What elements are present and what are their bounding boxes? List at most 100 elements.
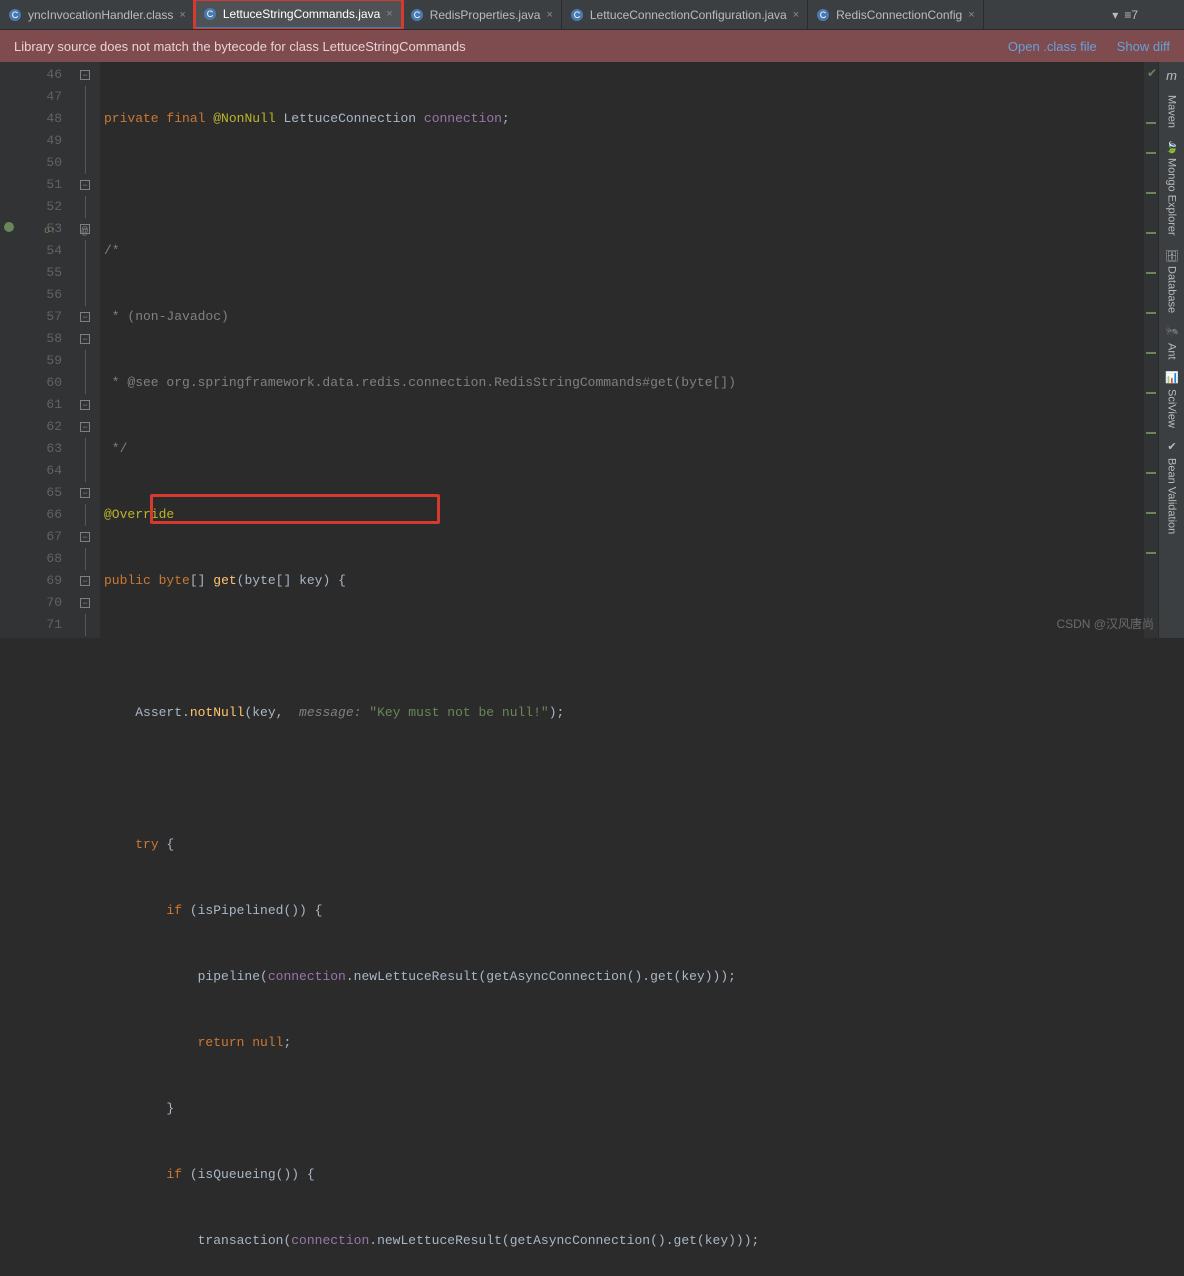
line-number[interactable]: 66 bbox=[0, 504, 62, 526]
svg-text:C: C bbox=[12, 10, 19, 20]
right-tool-sidebar: m Maven 🍃Mongo Explorer 🗄Database 🐜Ant 📊… bbox=[1158, 62, 1184, 638]
code-string: "Key must not be null!" bbox=[369, 705, 548, 720]
svg-text:C: C bbox=[820, 10, 827, 20]
tool-ant[interactable]: 🐜Ant bbox=[1165, 325, 1179, 360]
tool-bean-validation[interactable]: ✔Bean Validation bbox=[1165, 440, 1179, 534]
line-number[interactable]: 46 bbox=[0, 64, 62, 86]
tool-sciview[interactable]: 📊SciView bbox=[1165, 371, 1179, 428]
code-text: return null bbox=[198, 1035, 284, 1050]
java-class-icon: C bbox=[203, 7, 217, 21]
line-number[interactable]: 71 bbox=[0, 614, 62, 636]
line-number[interactable]: 57 bbox=[0, 306, 62, 328]
code-text: public bbox=[104, 573, 151, 588]
code-editor[interactable]: private final @NonNull LettuceConnection… bbox=[100, 62, 1144, 638]
line-number[interactable]: 59 bbox=[0, 350, 62, 372]
line-number[interactable]: 53@o↑ bbox=[0, 218, 62, 240]
code-text: pipeline( bbox=[198, 969, 268, 984]
code-text: [] bbox=[190, 573, 206, 588]
watermark: CSDN @汉风唐尚 bbox=[1056, 615, 1154, 632]
line-number-gutter: 4647484950515253@o↑545556575859606162636… bbox=[0, 62, 70, 638]
line-number[interactable]: 51 bbox=[0, 174, 62, 196]
code-comment: /* bbox=[104, 243, 120, 258]
close-icon[interactable]: × bbox=[179, 9, 185, 21]
fold-toggle-icon[interactable]: − bbox=[80, 576, 90, 586]
tab-redis-connection-config[interactable]: C RedisConnectionConfig × bbox=[808, 0, 984, 29]
code-comment: * (non-Javadoc) bbox=[104, 309, 229, 324]
line-number[interactable]: 58 bbox=[0, 328, 62, 350]
code-text: transaction( bbox=[198, 1233, 292, 1248]
line-number[interactable]: 63 bbox=[0, 438, 62, 460]
svg-text:C: C bbox=[207, 9, 214, 19]
java-class-icon: C bbox=[410, 8, 424, 22]
tool-mongo-explorer[interactable]: 🍃Mongo Explorer bbox=[1165, 140, 1179, 236]
line-number[interactable]: 70 bbox=[0, 592, 62, 614]
code-text: ); bbox=[549, 705, 565, 720]
code-text: (key, bbox=[244, 705, 299, 720]
close-icon[interactable]: × bbox=[968, 9, 974, 21]
error-stripe[interactable]: ✔ bbox=[1144, 62, 1158, 638]
fold-toggle-icon[interactable]: − bbox=[80, 180, 90, 190]
tab-overflow[interactable]: ▾ ≡7 bbox=[1112, 8, 1144, 22]
line-number[interactable]: 65 bbox=[0, 482, 62, 504]
code-text: .newLettuceResult(getAsyncConnection().g… bbox=[346, 969, 736, 984]
code-text: get bbox=[213, 573, 236, 588]
fold-toggle-icon[interactable]: − bbox=[80, 400, 90, 410]
tab-lettuce-string-commands[interactable]: C LettuceStringCommands.java × bbox=[195, 0, 402, 29]
line-number[interactable]: 50 bbox=[0, 152, 62, 174]
fold-toggle-icon[interactable]: − bbox=[80, 532, 90, 542]
code-text: byte bbox=[159, 573, 190, 588]
tool-database[interactable]: 🗄Database bbox=[1165, 248, 1179, 313]
fold-gutter: −−−−−−−−−−− bbox=[70, 62, 100, 638]
line-number[interactable]: 62 bbox=[0, 416, 62, 438]
code-text: connection bbox=[424, 111, 502, 126]
tab-invocation-handler[interactable]: C yncInvocationHandler.class × bbox=[0, 0, 195, 29]
java-class-icon: C bbox=[8, 8, 22, 22]
code-annotation: @Override bbox=[104, 507, 174, 522]
line-number[interactable]: 52 bbox=[0, 196, 62, 218]
code-text: ; bbox=[283, 1035, 291, 1050]
bean-icon: ✔ bbox=[1165, 440, 1179, 454]
line-number[interactable]: 67 bbox=[0, 526, 62, 548]
fold-toggle-icon[interactable]: − bbox=[80, 334, 90, 344]
line-number[interactable]: 55 bbox=[0, 262, 62, 284]
code-comment: * @see org.springframework.data.redis.co… bbox=[104, 375, 736, 390]
code-text: { bbox=[159, 837, 175, 852]
code-text: (isQueueing()) { bbox=[182, 1167, 315, 1182]
line-number[interactable]: 56 bbox=[0, 284, 62, 306]
line-number[interactable]: 69 bbox=[0, 570, 62, 592]
source-mismatch-banner: Library source does not match the byteco… bbox=[0, 30, 1184, 62]
line-number[interactable]: 60 bbox=[0, 372, 62, 394]
line-number[interactable]: 61 bbox=[0, 394, 62, 416]
tab-label: RedisProperties.java bbox=[430, 8, 541, 22]
editor-tabs: C yncInvocationHandler.class × C Lettuce… bbox=[0, 0, 1184, 30]
fold-toggle-icon[interactable]: − bbox=[80, 70, 90, 80]
fold-toggle-icon[interactable]: − bbox=[80, 488, 90, 498]
java-class-icon: C bbox=[570, 8, 584, 22]
code-text: LettuceConnection bbox=[283, 111, 416, 126]
fold-toggle-icon[interactable]: − bbox=[80, 422, 90, 432]
fold-toggle-icon[interactable]: − bbox=[80, 598, 90, 608]
close-icon[interactable]: × bbox=[793, 9, 799, 21]
open-class-file-link[interactable]: Open .class file bbox=[1008, 39, 1097, 54]
database-icon: 🗄 bbox=[1165, 248, 1179, 262]
close-icon[interactable]: × bbox=[546, 9, 552, 21]
line-number[interactable]: 54 bbox=[0, 240, 62, 262]
code-text: ; bbox=[502, 111, 510, 126]
tab-lettuce-connection-config[interactable]: C LettuceConnectionConfiguration.java × bbox=[562, 0, 808, 29]
code-text: if bbox=[166, 1167, 182, 1182]
line-number[interactable]: 47 bbox=[0, 86, 62, 108]
tab-label: yncInvocationHandler.class bbox=[28, 8, 173, 22]
inspection-ok-icon: ✔ bbox=[1147, 66, 1157, 80]
line-number[interactable]: 48 bbox=[0, 108, 62, 130]
code-comment: */ bbox=[104, 441, 127, 456]
close-icon[interactable]: × bbox=[386, 8, 392, 20]
line-number[interactable]: 68 bbox=[0, 548, 62, 570]
tab-redis-properties[interactable]: C RedisProperties.java × bbox=[402, 0, 562, 29]
show-diff-link[interactable]: Show diff bbox=[1117, 39, 1170, 54]
line-number[interactable]: 49 bbox=[0, 130, 62, 152]
tool-maven[interactable]: Maven bbox=[1166, 95, 1178, 128]
editor-main: 4647484950515253@o↑545556575859606162636… bbox=[0, 62, 1184, 638]
code-text: } bbox=[166, 1101, 174, 1116]
line-number[interactable]: 64 bbox=[0, 460, 62, 482]
fold-toggle-icon[interactable]: − bbox=[80, 312, 90, 322]
